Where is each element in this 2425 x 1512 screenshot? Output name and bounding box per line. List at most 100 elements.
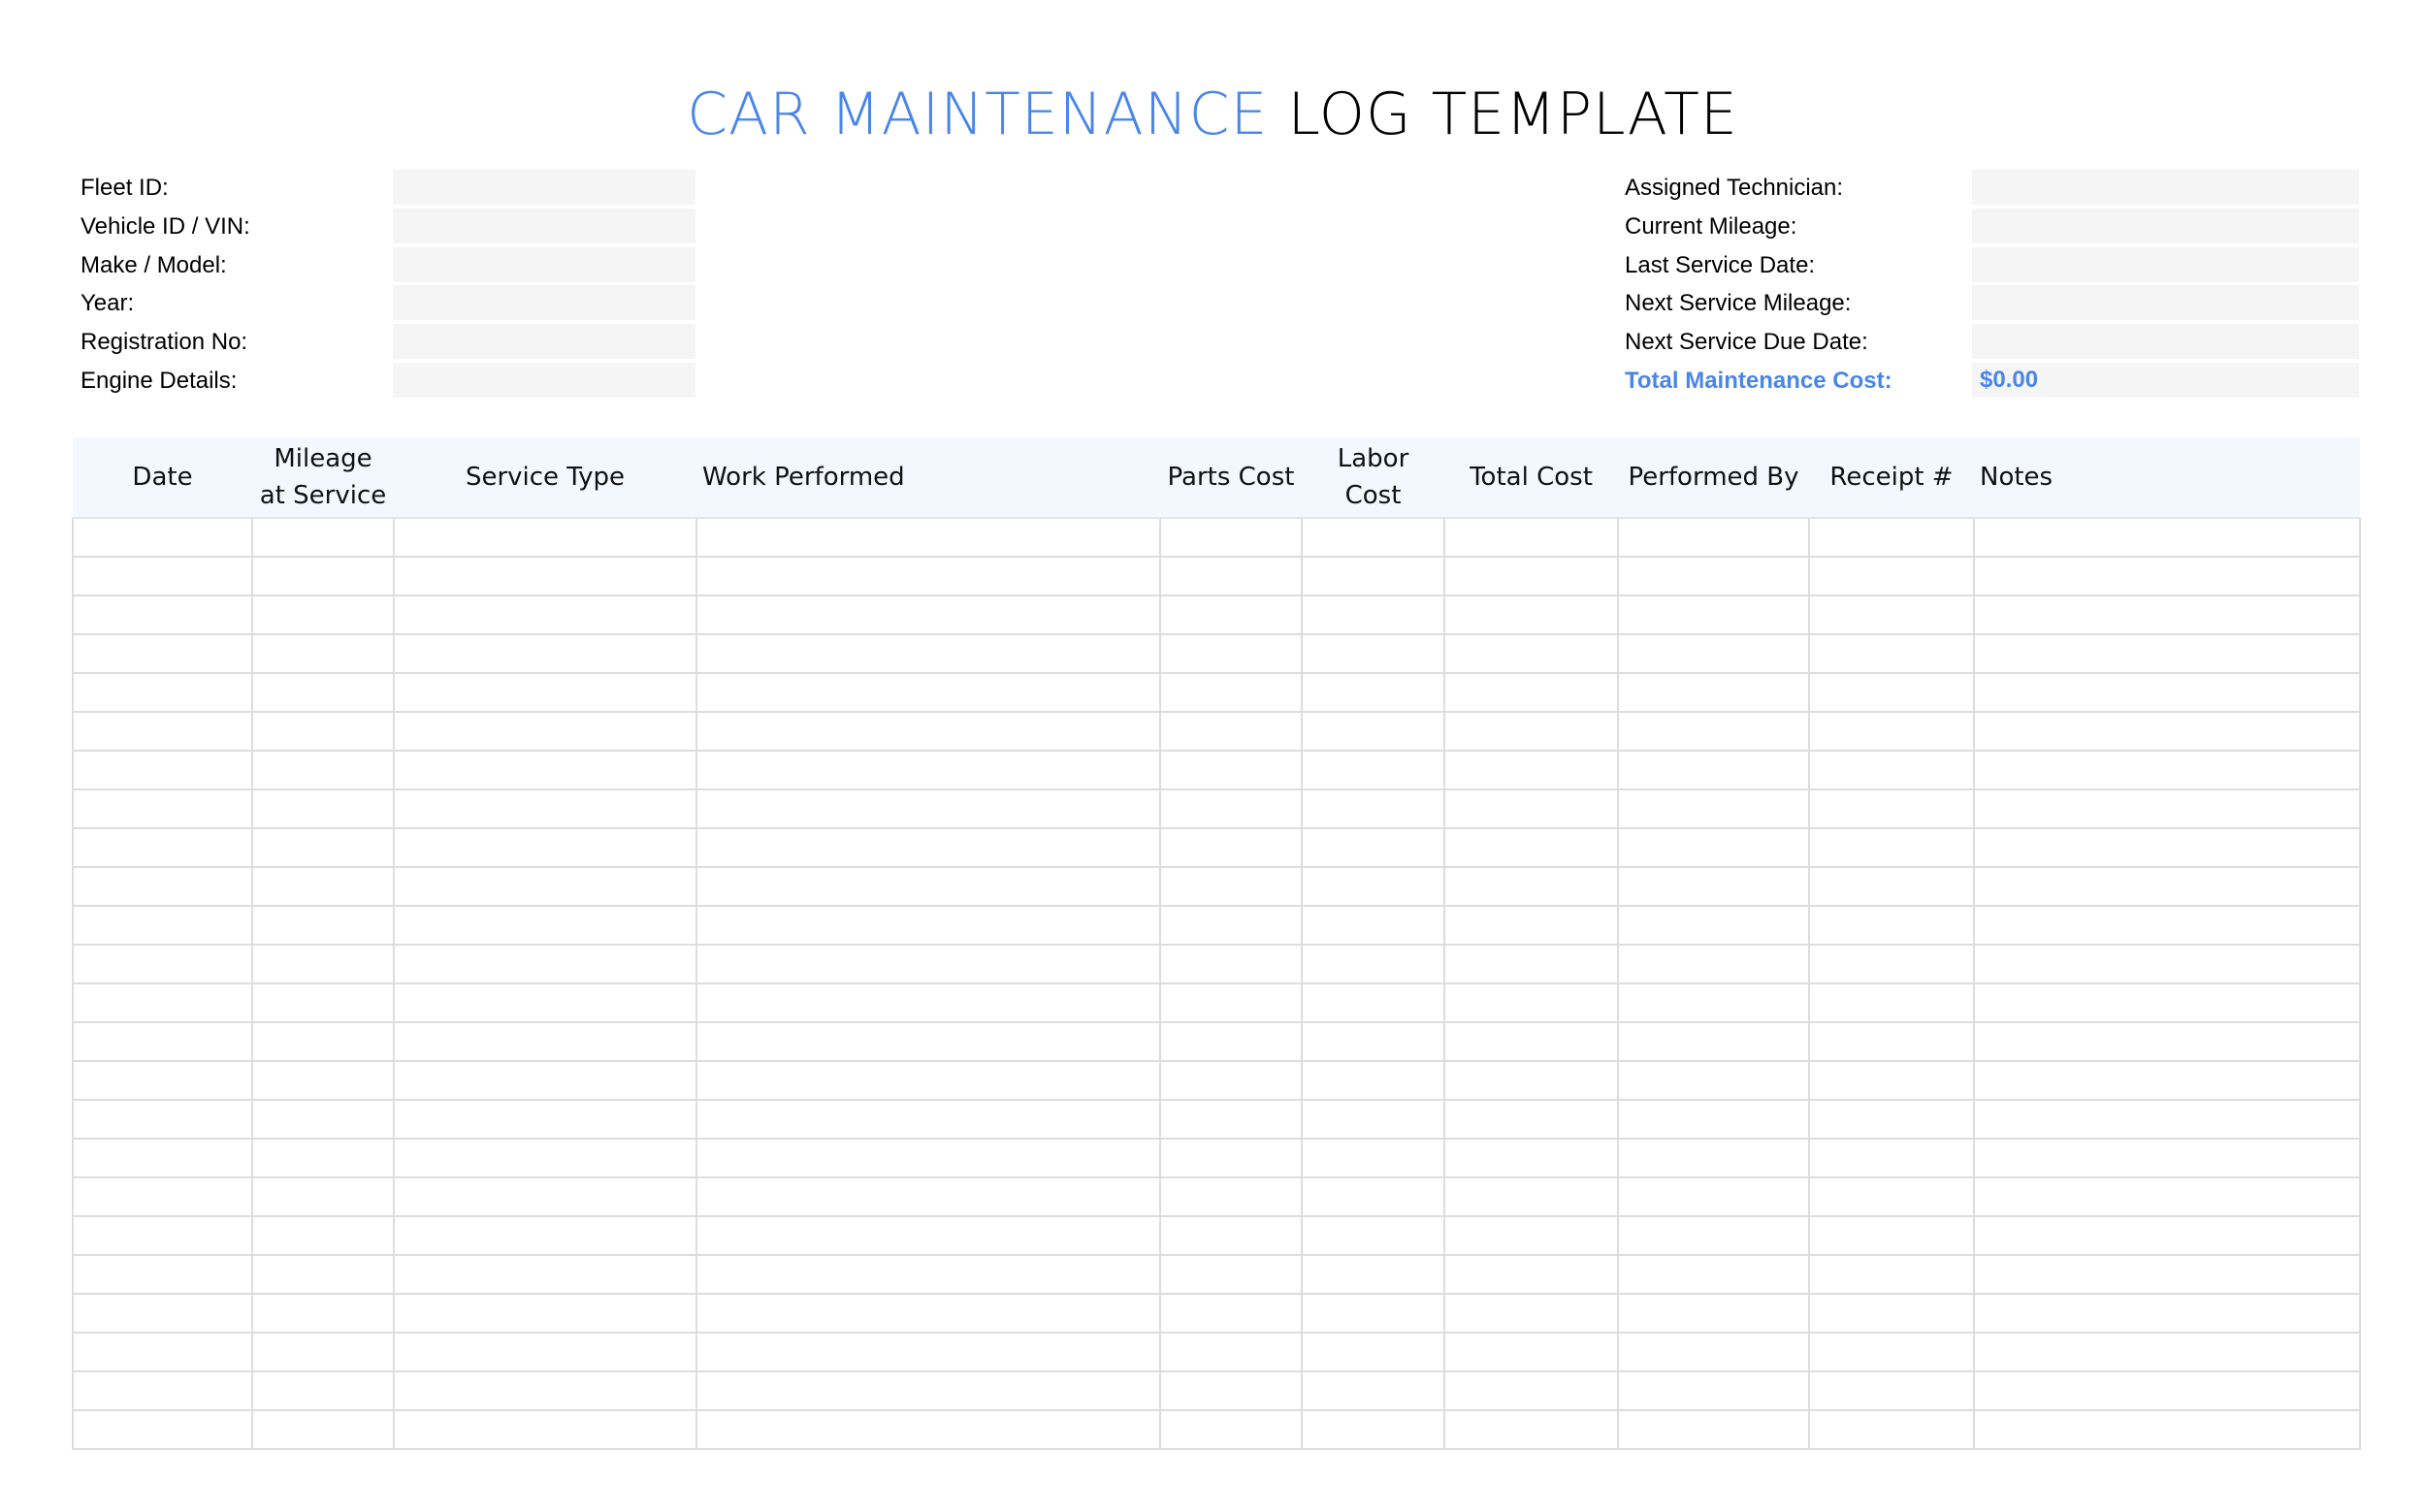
- table-cell[interactable]: [695, 905, 1161, 946]
- table-cell[interactable]: [1617, 905, 1810, 946]
- table-cell[interactable]: [1301, 788, 1445, 829]
- table-cell[interactable]: [251, 1060, 395, 1101]
- table-cell[interactable]: [1808, 1293, 1975, 1334]
- last-service-date-field[interactable]: [1972, 247, 2359, 282]
- table-cell[interactable]: [1617, 672, 1810, 713]
- table-cell[interactable]: [695, 982, 1161, 1023]
- table-cell[interactable]: [1443, 982, 1619, 1023]
- table-cell[interactable]: [251, 556, 395, 596]
- table-cell[interactable]: [72, 1293, 253, 1334]
- table-cell[interactable]: [72, 517, 253, 558]
- table-cell[interactable]: [251, 1409, 395, 1450]
- table-cell[interactable]: [251, 982, 395, 1023]
- table-cell[interactable]: [393, 1332, 697, 1372]
- table-cell[interactable]: [393, 1176, 697, 1217]
- table-cell[interactable]: [695, 1293, 1161, 1334]
- table-cell[interactable]: [1973, 1060, 2361, 1101]
- table-cell[interactable]: [72, 982, 253, 1023]
- table-cell[interactable]: [1973, 944, 2361, 984]
- table-cell[interactable]: [1973, 672, 2361, 713]
- table-cell[interactable]: [251, 1370, 395, 1411]
- year-field[interactable]: [393, 285, 695, 320]
- table-cell[interactable]: [695, 750, 1161, 790]
- table-cell[interactable]: [72, 1138, 253, 1178]
- table-cell[interactable]: [1301, 1370, 1445, 1411]
- table-cell[interactable]: [1617, 556, 1810, 596]
- table-cell[interactable]: [1617, 1409, 1810, 1450]
- vin-field[interactable]: [393, 209, 695, 243]
- table-cell[interactable]: [695, 1332, 1161, 1372]
- next-service-mileage-field[interactable]: [1972, 285, 2359, 320]
- table-cell[interactable]: [1808, 595, 1975, 635]
- table-cell[interactable]: [1617, 517, 1810, 558]
- table-cell[interactable]: [1617, 711, 1810, 752]
- table-cell[interactable]: [1159, 1370, 1303, 1411]
- table-cell[interactable]: [1301, 1138, 1445, 1178]
- table-cell[interactable]: [695, 517, 1161, 558]
- table-cell[interactable]: [1301, 672, 1445, 713]
- table-cell[interactable]: [695, 1138, 1161, 1178]
- table-cell[interactable]: [393, 944, 697, 984]
- table-cell[interactable]: [251, 672, 395, 713]
- table-cell[interactable]: [1159, 944, 1303, 984]
- table-cell[interactable]: [393, 1293, 697, 1334]
- table-cell[interactable]: [695, 1215, 1161, 1256]
- table-cell[interactable]: [1973, 1409, 2361, 1450]
- table-cell[interactable]: [1617, 1021, 1810, 1062]
- table-cell[interactable]: [1301, 1409, 1445, 1450]
- table-cell[interactable]: [251, 595, 395, 635]
- table-cell[interactable]: [393, 1060, 697, 1101]
- table-cell[interactable]: [695, 1254, 1161, 1295]
- next-service-due-field[interactable]: [1972, 324, 2359, 359]
- table-cell[interactable]: [1301, 1293, 1445, 1334]
- table-cell[interactable]: [1808, 672, 1975, 713]
- table-cell[interactable]: [393, 788, 697, 829]
- table-cell[interactable]: [72, 672, 253, 713]
- table-cell[interactable]: [393, 595, 697, 635]
- table-cell[interactable]: [1159, 1409, 1303, 1450]
- table-cell[interactable]: [1973, 750, 2361, 790]
- table-cell[interactable]: [1159, 750, 1303, 790]
- engine-details-field[interactable]: [393, 363, 695, 398]
- table-cell[interactable]: [72, 1370, 253, 1411]
- table-cell[interactable]: [393, 1370, 697, 1411]
- table-cell[interactable]: [1301, 633, 1445, 674]
- table-cell[interactable]: [1617, 1254, 1810, 1295]
- table-cell[interactable]: [1159, 595, 1303, 635]
- table-cell[interactable]: [1301, 944, 1445, 984]
- table-cell[interactable]: [1973, 1099, 2361, 1140]
- table-cell[interactable]: [1301, 711, 1445, 752]
- table-cell[interactable]: [72, 788, 253, 829]
- table-cell[interactable]: [72, 1060, 253, 1101]
- table-cell[interactable]: [1443, 788, 1619, 829]
- table-cell[interactable]: [72, 866, 253, 907]
- table-cell[interactable]: [695, 711, 1161, 752]
- table-cell[interactable]: [1808, 982, 1975, 1023]
- table-cell[interactable]: [393, 556, 697, 596]
- table-cell[interactable]: [1301, 866, 1445, 907]
- table-cell[interactable]: [695, 944, 1161, 984]
- table-cell[interactable]: [393, 1409, 697, 1450]
- table-cell[interactable]: [1973, 1021, 2361, 1062]
- table-cell[interactable]: [1808, 517, 1975, 558]
- table-cell[interactable]: [1808, 1060, 1975, 1101]
- table-cell[interactable]: [1973, 1176, 2361, 1217]
- table-cell[interactable]: [1443, 1370, 1619, 1411]
- table-cell[interactable]: [393, 982, 697, 1023]
- table-cell[interactable]: [251, 1138, 395, 1178]
- table-cell[interactable]: [1443, 866, 1619, 907]
- table-cell[interactable]: [251, 1176, 395, 1217]
- table-cell[interactable]: [393, 1138, 697, 1178]
- table-cell[interactable]: [695, 1176, 1161, 1217]
- table-cell[interactable]: [393, 517, 697, 558]
- table-cell[interactable]: [251, 711, 395, 752]
- table-cell[interactable]: [393, 827, 697, 868]
- table-cell[interactable]: [1808, 1254, 1975, 1295]
- table-cell[interactable]: [695, 866, 1161, 907]
- table-cell[interactable]: [1443, 944, 1619, 984]
- table-cell[interactable]: [251, 866, 395, 907]
- table-cell[interactable]: [72, 1176, 253, 1217]
- table-cell[interactable]: [1443, 711, 1619, 752]
- table-cell[interactable]: [72, 827, 253, 868]
- table-cell[interactable]: [1617, 982, 1810, 1023]
